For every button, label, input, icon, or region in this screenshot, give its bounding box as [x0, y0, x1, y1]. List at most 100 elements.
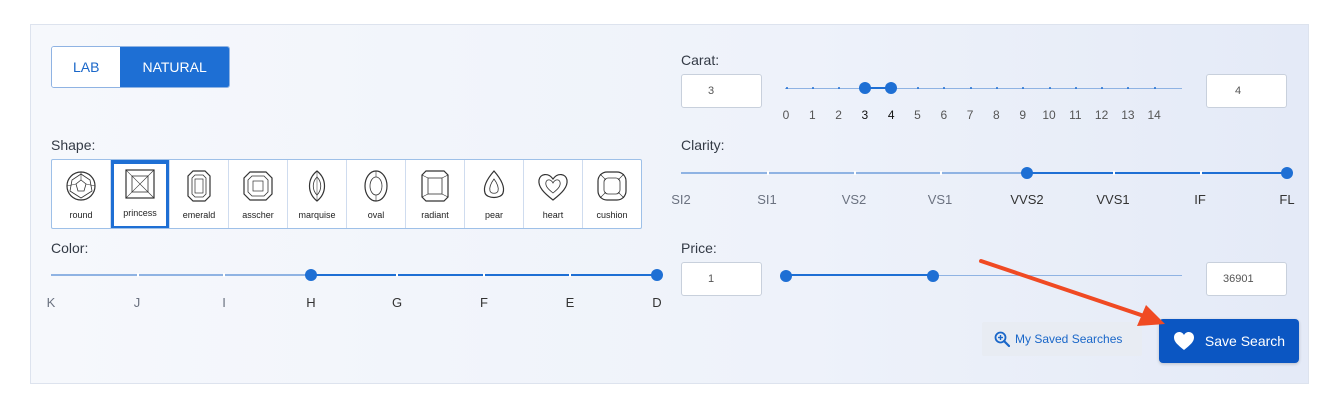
shape-name: asscher — [242, 210, 274, 220]
shape-name: oval — [367, 210, 385, 220]
clarity-separator — [940, 171, 942, 175]
shape-option-heart[interactable]: heart — [524, 160, 583, 228]
color-track[interactable] — [51, 274, 311, 276]
clarity-min-handle[interactable] — [1021, 167, 1033, 179]
princess-diamond-icon — [125, 169, 155, 199]
shape-name: heart — [542, 210, 564, 220]
shape-label: Shape: — [51, 137, 96, 153]
carat-scale-label: 6 — [940, 108, 948, 122]
price-label: Price: — [681, 240, 717, 256]
carat-scale-label: 9 — [1019, 108, 1027, 122]
color-grade: K — [46, 295, 56, 310]
clarity-max-handle[interactable] — [1281, 167, 1293, 179]
carat-scale-label: 4 — [887, 108, 895, 122]
color-separator — [569, 273, 571, 277]
carat-track[interactable] — [785, 88, 1182, 89]
clarity-grade: FL — [1279, 192, 1295, 207]
diamond-type-toggle: LAB NATURAL — [51, 46, 230, 88]
color-grade: I — [222, 295, 226, 310]
clarity-track-selected — [1027, 172, 1287, 174]
carat-tick — [969, 87, 972, 89]
carat-scale-label: 10 — [1042, 108, 1056, 122]
marquise-diamond-icon — [308, 170, 326, 202]
shape-name: emerald — [182, 210, 216, 220]
carat-tick — [811, 87, 814, 89]
color-separator — [396, 273, 398, 277]
shape-selector: round princess emerald asscher marquise … — [51, 159, 642, 229]
carat-scale-label: 2 — [835, 108, 842, 122]
clarity-grade: SI1 — [757, 192, 777, 207]
carat-scale-label: 7 — [966, 108, 974, 122]
heart-diamond-icon — [538, 174, 568, 201]
save-search-label: Save Search — [1204, 333, 1286, 349]
clarity-separator — [1200, 171, 1202, 175]
radiant-diamond-icon — [421, 170, 449, 202]
carat-scale-label: 12 — [1094, 108, 1109, 122]
color-label: Color: — [51, 240, 89, 256]
clarity-separator — [854, 171, 856, 175]
price-max-handle[interactable] — [926, 270, 939, 282]
color-separator — [483, 273, 485, 277]
price-max-input[interactable]: 36901 — [1206, 262, 1287, 296]
save-search-button[interactable]: Save Search — [1159, 319, 1299, 363]
oval-diamond-icon — [364, 170, 388, 202]
price-min-input[interactable]: 1 — [681, 262, 762, 296]
lab-button[interactable]: LAB — [52, 47, 121, 87]
carat-max-input[interactable]: 4 — [1206, 74, 1287, 108]
carat-tick — [1074, 87, 1077, 89]
carat-tick — [917, 87, 919, 89]
asscher-diamond-icon — [243, 171, 273, 201]
pear-diamond-icon — [483, 170, 505, 199]
clarity-grade: SI2 — [671, 192, 691, 207]
shape-name: radiant — [421, 210, 449, 220]
shape-name: round — [69, 210, 93, 220]
color-grade: H — [306, 295, 316, 310]
color-grade: J — [133, 295, 141, 310]
shape-option-emerald[interactable]: emerald — [170, 160, 229, 228]
carat-scale-label: 8 — [993, 108, 1000, 122]
clarity-grade: VVS1 — [1096, 192, 1130, 207]
clarity-separator — [1113, 171, 1115, 175]
shape-name: marquise — [298, 210, 336, 220]
carat-scale-label: 13 — [1121, 108, 1135, 122]
clarity-label: Clarity: — [681, 137, 725, 153]
cushion-diamond-icon — [597, 171, 627, 201]
natural-button[interactable]: NATURAL — [120, 47, 229, 87]
carat-scale-label: 14 — [1147, 108, 1161, 122]
carat-tick — [890, 87, 893, 89]
color-grade: G — [391, 295, 403, 310]
carat-tick — [785, 87, 788, 89]
shape-option-asscher[interactable]: asscher — [229, 160, 288, 228]
shape-option-princess[interactable]: princess — [111, 160, 170, 228]
emerald-diamond-icon — [187, 170, 211, 202]
shape-option-cushion[interactable]: cushion — [583, 160, 641, 228]
color-max-handle[interactable] — [651, 269, 663, 281]
carat-scale-label: 3 — [861, 108, 869, 122]
shape-name: cushion — [596, 210, 628, 220]
clarity-grade: VS2 — [841, 192, 867, 207]
color-grade: D — [652, 295, 662, 310]
carat-scale-label: 11 — [1069, 108, 1082, 122]
color-min-handle[interactable] — [305, 269, 317, 281]
carat-tick — [995, 87, 998, 89]
clarity-separator — [767, 171, 769, 175]
color-separator — [223, 273, 225, 277]
shape-option-radiant[interactable]: radiant — [406, 160, 465, 228]
carat-scale-label: 1 — [808, 108, 816, 122]
shape-name: princess — [123, 208, 157, 218]
price-track-selected — [786, 274, 933, 276]
carat-tick — [1153, 87, 1156, 89]
color-grade: E — [565, 295, 575, 310]
color-separator — [137, 273, 139, 277]
price-min-handle[interactable] — [780, 270, 792, 282]
color-grade: F — [480, 295, 488, 310]
carat-scale-label: 5 — [914, 108, 921, 122]
shape-option-pear[interactable]: pear — [465, 160, 524, 228]
carat-min-input[interactable]: 3 — [681, 74, 762, 108]
shape-option-marquise[interactable]: marquise — [288, 160, 347, 228]
clarity-grade: IF — [1194, 192, 1206, 207]
shape-option-round[interactable]: round — [52, 160, 111, 228]
shape-name: pear — [484, 210, 503, 220]
round-diamond-icon — [66, 171, 96, 201]
shape-option-oval[interactable]: oval — [347, 160, 406, 228]
